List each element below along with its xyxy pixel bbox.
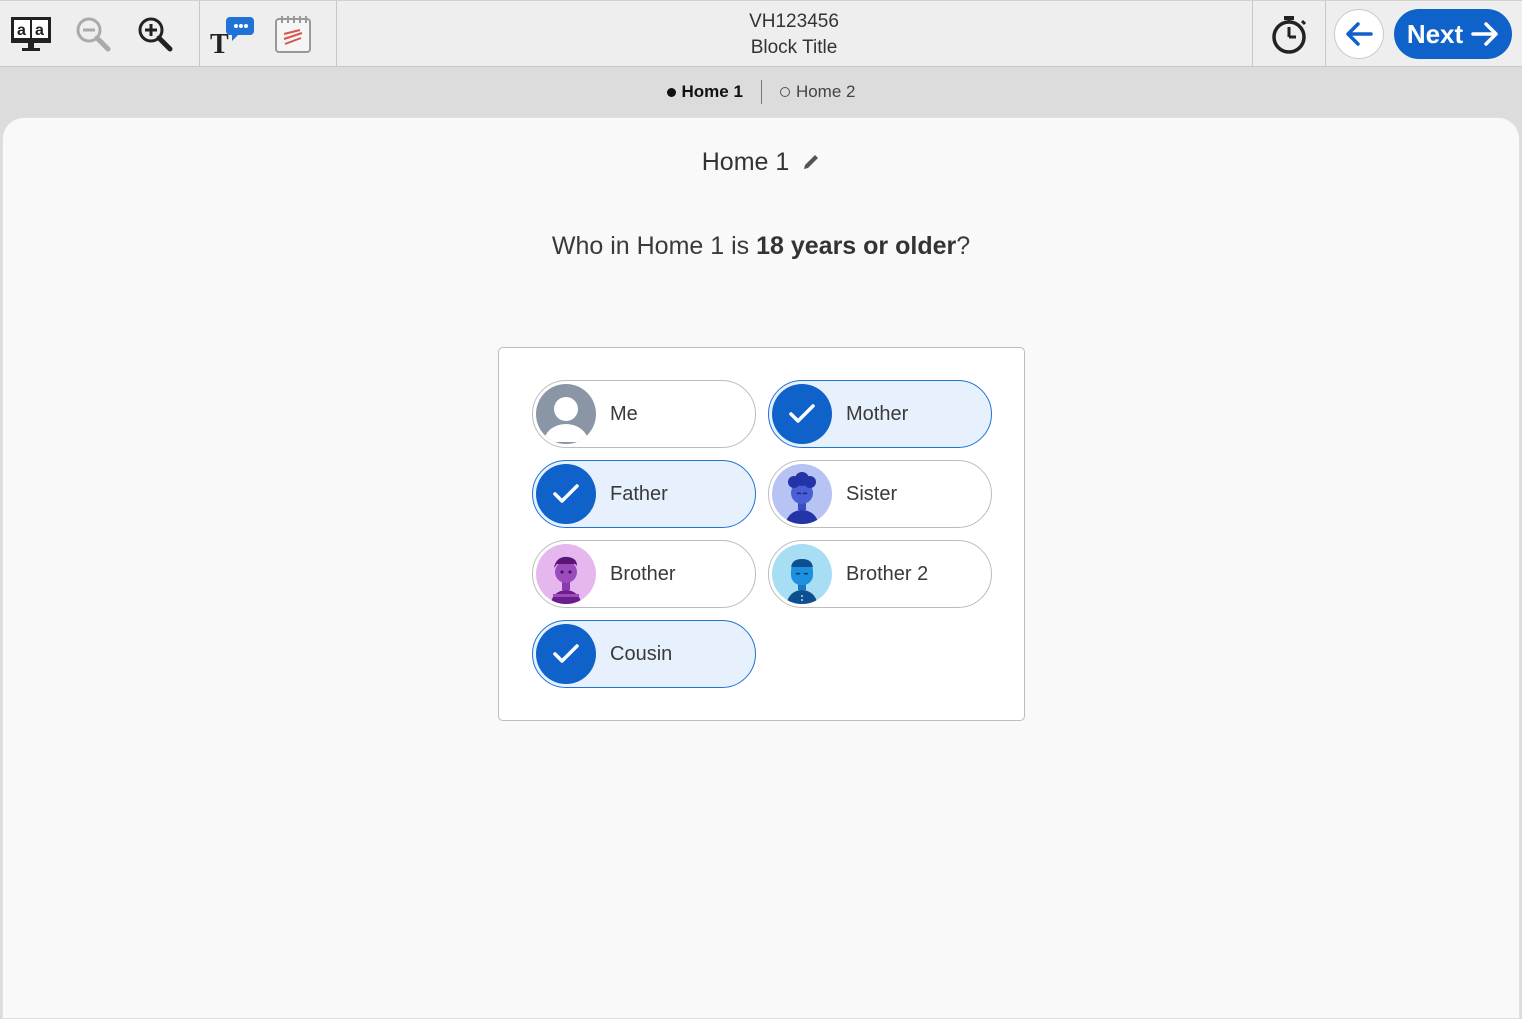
option-father[interactable]: Father <box>532 460 756 528</box>
tab-home-1[interactable]: Home 1 <box>649 82 761 102</box>
pencil-icon <box>804 154 819 169</box>
inactive-dot-icon <box>779 87 790 97</box>
text-to-speech-button[interactable]: T <box>200 1 262 67</box>
next-button-label: Next <box>1406 18 1464 49</box>
options-card: Me Mother Father Sister Brother Brother … <box>498 347 1025 721</box>
option-brother-2[interactable]: Brother 2 <box>768 540 992 608</box>
next-button[interactable]: Next <box>1394 9 1512 59</box>
option-label: Father <box>610 482 668 505</box>
svg-text:a: a <box>35 22 44 39</box>
option-label: Me <box>610 402 638 425</box>
question-prefix: Who in Home 1 is <box>551 232 757 260</box>
sister-avatar-icon <box>772 464 832 524</box>
option-cousin[interactable]: Cousin <box>532 620 756 688</box>
page-title-text: Home 1 <box>701 148 790 176</box>
back-arrow-icon <box>1346 22 1373 46</box>
text-to-speech-icon: T <box>210 17 254 55</box>
page-title: Home 1 <box>3 148 1519 178</box>
block-title: Block Title <box>750 37 838 58</box>
zoom-out-button[interactable] <box>62 1 124 67</box>
toolbar-group-view: a a <box>0 1 200 67</box>
checkmark-icon <box>536 624 596 684</box>
scratchwork-icon <box>275 16 311 53</box>
option-brother[interactable]: Brother <box>532 540 756 608</box>
toolbar-nav: Next <box>1252 1 1522 67</box>
active-dot-icon <box>666 87 676 97</box>
question-text: Who in Home 1 is 18 years or older? <box>3 232 1519 261</box>
translate-screen-icon: a a <box>11 17 51 51</box>
block-id: VH123456 <box>749 11 839 32</box>
next-arrow-icon <box>1471 22 1498 46</box>
brother-2-avatar-icon <box>772 544 832 604</box>
tab-label: Home 1 <box>681 82 743 101</box>
tab-home-2[interactable]: Home 2 <box>762 82 874 102</box>
option-mother[interactable]: Mother <box>768 380 992 448</box>
timer-button[interactable] <box>1252 1 1326 67</box>
toolbar-group-tools: T <box>200 1 337 67</box>
edit-title-button[interactable] <box>802 149 820 178</box>
option-sister[interactable]: Sister <box>768 460 992 528</box>
option-me[interactable]: Me <box>532 380 756 448</box>
option-label: Brother 2 <box>846 562 929 585</box>
translate-screen-button[interactable]: a a <box>0 1 62 67</box>
zoom-out-icon <box>76 17 111 52</box>
option-label: Mother <box>846 402 909 425</box>
timer-icon <box>1272 16 1307 54</box>
question-emphasis: 18 years or older <box>756 232 957 260</box>
zoom-in-icon <box>138 17 173 52</box>
home-tabs: Home 1 Home 2 <box>0 67 1522 117</box>
option-label: Sister <box>846 482 898 505</box>
back-button[interactable] <box>1334 9 1384 59</box>
option-label: Cousin <box>610 642 673 665</box>
option-label: Brother <box>610 562 676 585</box>
checkmark-icon <box>536 464 596 524</box>
brother-avatar-icon <box>536 544 596 604</box>
scratchwork-button[interactable] <box>262 1 324 67</box>
block-title-area: VH123456 Block Title <box>694 9 894 61</box>
zoom-in-button[interactable] <box>124 1 186 67</box>
main-panel: Home 1 Who in Home 1 is 18 years or olde… <box>2 117 1520 1019</box>
generic-user-avatar-icon <box>536 384 596 444</box>
svg-text:T: T <box>210 29 229 55</box>
svg-text:a: a <box>17 22 26 39</box>
tab-label: Home 2 <box>795 82 856 101</box>
question-suffix: ? <box>956 232 971 260</box>
checkmark-icon <box>772 384 832 444</box>
toolbar: a a T VH123456 Block Title Next <box>0 0 1522 67</box>
